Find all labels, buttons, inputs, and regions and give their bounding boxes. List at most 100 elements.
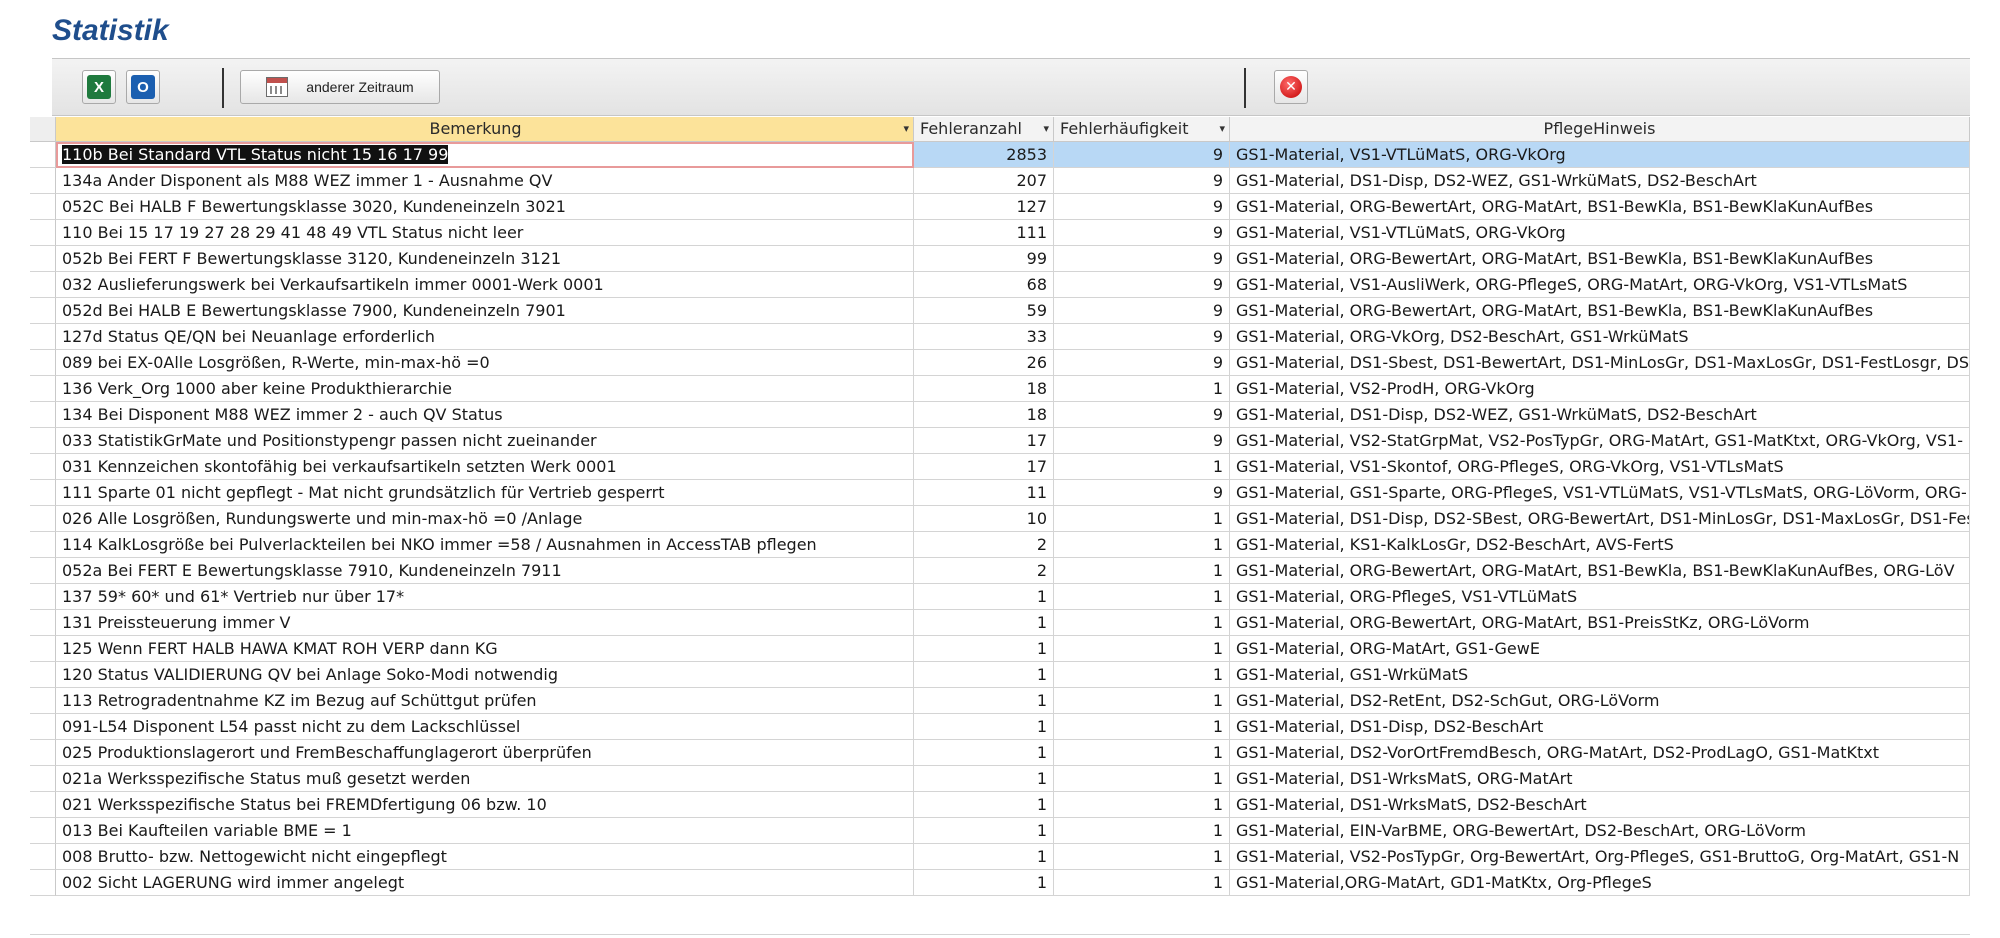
- table-row[interactable]: 110 Bei 15 17 19 27 28 29 41 48 49 VTL S…: [30, 220, 1970, 246]
- cell-fehlerhaeufigkeit[interactable]: 9: [1054, 428, 1230, 454]
- cell-fehleranzahl[interactable]: 1: [914, 584, 1054, 610]
- cell-bemerkung[interactable]: 089 bei EX-0Alle Losgrößen, R-Werte, min…: [56, 350, 914, 376]
- cell-fehleranzahl[interactable]: 2: [914, 558, 1054, 584]
- cell-fehleranzahl[interactable]: 127: [914, 194, 1054, 220]
- table-row[interactable]: 136 Verk_Org 1000 aber keine Produkthier…: [30, 376, 1970, 402]
- record-selector[interactable]: [30, 168, 56, 194]
- cell-bemerkung[interactable]: 110 Bei 15 17 19 27 28 29 41 48 49 VTL S…: [56, 220, 914, 246]
- cell-bemerkung[interactable]: 031 Kennzeichen skontofähig bei verkaufs…: [56, 454, 914, 480]
- cell-fehleranzahl[interactable]: 18: [914, 376, 1054, 402]
- record-selector[interactable]: [30, 350, 56, 376]
- record-selector[interactable]: [30, 428, 56, 454]
- cell-fehleranzahl[interactable]: 1: [914, 870, 1054, 896]
- cell-pflegehinweis[interactable]: GS1-Material, DS1-Disp, DS2-WEZ, GS1-Wrk…: [1230, 168, 1970, 194]
- cell-fehlerhaeufigkeit[interactable]: 1: [1054, 662, 1230, 688]
- table-row[interactable]: 026 Alle Losgrößen, Rundungswerte und mi…: [30, 506, 1970, 532]
- cell-pflegehinweis[interactable]: GS1-Material, VS1-Skontof, ORG-PflegeS, …: [1230, 454, 1970, 480]
- record-selector[interactable]: [30, 298, 56, 324]
- cell-fehlerhaeufigkeit[interactable]: 1: [1054, 818, 1230, 844]
- cell-fehlerhaeufigkeit[interactable]: 9: [1054, 324, 1230, 350]
- cell-bemerkung[interactable]: 025 Produktionslagerort und FremBeschaff…: [56, 740, 914, 766]
- cell-bemerkung[interactable]: 052d Bei HALB E Bewertungsklasse 7900, K…: [56, 298, 914, 324]
- close-button[interactable]: ✕: [1274, 70, 1308, 104]
- table-row[interactable]: 052a Bei FERT E Bewertungsklasse 7910, K…: [30, 558, 1970, 584]
- cell-pflegehinweis[interactable]: GS1-Material, DS2-RetEnt, DS2-SchGut, OR…: [1230, 688, 1970, 714]
- record-selector[interactable]: [30, 688, 56, 714]
- cell-fehlerhaeufigkeit[interactable]: 1: [1054, 506, 1230, 532]
- cell-fehleranzahl[interactable]: 1: [914, 610, 1054, 636]
- cell-fehlerhaeufigkeit[interactable]: 9: [1054, 168, 1230, 194]
- cell-fehleranzahl[interactable]: 1: [914, 844, 1054, 870]
- cell-bemerkung[interactable]: 125 Wenn FERT HALB HAWA KMAT ROH VERP da…: [56, 636, 914, 662]
- change-period-button[interactable]: anderer Zeitraum: [240, 70, 440, 104]
- filter-dropdown-icon[interactable]: ▾: [903, 117, 909, 141]
- cell-pflegehinweis[interactable]: GS1-Material, ORG-VkOrg, DS2-BeschArt, G…: [1230, 324, 1970, 350]
- record-selector[interactable]: [30, 194, 56, 220]
- table-row[interactable]: 134a Ander Disponent als M88 WEZ immer 1…: [30, 168, 1970, 194]
- cell-fehleranzahl[interactable]: 1: [914, 792, 1054, 818]
- cell-pflegehinweis[interactable]: GS1-Material,ORG-MatArt, GD1-MatKtx, Org…: [1230, 870, 1970, 896]
- cell-pflegehinweis[interactable]: GS1-Material, DS1-Disp, DS2-SBest, ORG-B…: [1230, 506, 1970, 532]
- cell-bemerkung[interactable]: 110b Bei Standard VTL Status nicht 15 16…: [56, 142, 914, 168]
- cell-bemerkung[interactable]: 137 59* 60* und 61* Vertrieb nur über 17…: [56, 584, 914, 610]
- cell-fehlerhaeufigkeit[interactable]: 1: [1054, 792, 1230, 818]
- cell-fehlerhaeufigkeit[interactable]: 1: [1054, 532, 1230, 558]
- record-selector[interactable]: [30, 662, 56, 688]
- cell-pflegehinweis[interactable]: GS1-Material, KS1-KalkLosGr, DS2-BeschAr…: [1230, 532, 1970, 558]
- cell-pflegehinweis[interactable]: GS1-Material, EIN-VarBME, ORG-BewertArt,…: [1230, 818, 1970, 844]
- cell-fehlerhaeufigkeit[interactable]: 1: [1054, 636, 1230, 662]
- record-selector[interactable]: [30, 402, 56, 428]
- table-row[interactable]: 120 Status VALIDIERUNG QV bei Anlage Sok…: [30, 662, 1970, 688]
- table-row[interactable]: 091-L54 Disponent L54 passt nicht zu dem…: [30, 714, 1970, 740]
- cell-fehlerhaeufigkeit[interactable]: 1: [1054, 714, 1230, 740]
- cell-bemerkung[interactable]: 052C Bei HALB F Bewertungsklasse 3020, K…: [56, 194, 914, 220]
- cell-bemerkung[interactable]: 021a Werksspezifische Status muß gesetzt…: [56, 766, 914, 792]
- cell-fehleranzahl[interactable]: 26: [914, 350, 1054, 376]
- record-selector[interactable]: [30, 636, 56, 662]
- table-row[interactable]: 008 Brutto- bzw. Nettogewicht nicht eing…: [30, 844, 1970, 870]
- cell-bemerkung[interactable]: 120 Status VALIDIERUNG QV bei Anlage Sok…: [56, 662, 914, 688]
- cell-pflegehinweis[interactable]: GS1-Material, DS1-Disp, DS2-BeschArt: [1230, 714, 1970, 740]
- table-row[interactable]: 021a Werksspezifische Status muß gesetzt…: [30, 766, 1970, 792]
- cell-fehlerhaeufigkeit[interactable]: 1: [1054, 688, 1230, 714]
- select-all-corner[interactable]: [30, 117, 56, 141]
- cell-pflegehinweis[interactable]: GS1-Material, DS1-Sbest, DS1-BewertArt, …: [1230, 350, 1970, 376]
- table-row[interactable]: 111 Sparte 01 nicht gepflegt - Mat nicht…: [30, 480, 1970, 506]
- cell-fehleranzahl[interactable]: 1: [914, 714, 1054, 740]
- record-selector[interactable]: [30, 714, 56, 740]
- record-selector[interactable]: [30, 532, 56, 558]
- cell-pflegehinweis[interactable]: GS1-Material, GS1-Sparte, ORG-PflegeS, V…: [1230, 480, 1970, 506]
- record-selector[interactable]: [30, 584, 56, 610]
- cell-fehleranzahl[interactable]: 2: [914, 532, 1054, 558]
- cell-fehlerhaeufigkeit[interactable]: 1: [1054, 870, 1230, 896]
- cell-bemerkung[interactable]: 134a Ander Disponent als M88 WEZ immer 1…: [56, 168, 914, 194]
- cell-fehlerhaeufigkeit[interactable]: 1: [1054, 584, 1230, 610]
- cell-fehleranzahl[interactable]: 1: [914, 688, 1054, 714]
- record-selector[interactable]: [30, 454, 56, 480]
- cell-pflegehinweis[interactable]: GS1-Material, GS1-WrküMatS: [1230, 662, 1970, 688]
- record-selector[interactable]: [30, 480, 56, 506]
- cell-pflegehinweis[interactable]: GS1-Material, VS2-PosTypGr, Org-BewertAr…: [1230, 844, 1970, 870]
- cell-bemerkung[interactable]: 136 Verk_Org 1000 aber keine Produkthier…: [56, 376, 914, 402]
- cell-fehlerhaeufigkeit[interactable]: 9: [1054, 246, 1230, 272]
- cell-fehleranzahl[interactable]: 11: [914, 480, 1054, 506]
- cell-fehleranzahl[interactable]: 17: [914, 428, 1054, 454]
- column-header-fehleranzahl[interactable]: Fehleranzahl ▾: [914, 117, 1054, 141]
- cell-fehleranzahl[interactable]: 1: [914, 766, 1054, 792]
- cell-pflegehinweis[interactable]: GS1-Material, DS1-WrksMatS, DS2-BeschArt: [1230, 792, 1970, 818]
- record-selector[interactable]: [30, 142, 56, 168]
- cell-pflegehinweis[interactable]: GS1-Material, DS2-VorOrtFremdBesch, ORG-…: [1230, 740, 1970, 766]
- cell-pflegehinweis[interactable]: GS1-Material, VS1-VTLüMatS, ORG-VkOrg: [1230, 220, 1970, 246]
- cell-fehlerhaeufigkeit[interactable]: 1: [1054, 376, 1230, 402]
- cell-fehlerhaeufigkeit[interactable]: 9: [1054, 298, 1230, 324]
- sort-descending-icon[interactable]: ▾: [1043, 117, 1049, 141]
- cell-fehleranzahl[interactable]: 1: [914, 662, 1054, 688]
- cell-fehleranzahl[interactable]: 2853: [914, 142, 1054, 168]
- record-selector[interactable]: [30, 766, 56, 792]
- send-outlook-button[interactable]: O: [126, 70, 160, 104]
- cell-fehlerhaeufigkeit[interactable]: 1: [1054, 610, 1230, 636]
- cell-fehleranzahl[interactable]: 207: [914, 168, 1054, 194]
- table-row[interactable]: 127d Status QE/QN bei Neuanlage erforder…: [30, 324, 1970, 350]
- table-row[interactable]: 125 Wenn FERT HALB HAWA KMAT ROH VERP da…: [30, 636, 1970, 662]
- cell-fehleranzahl[interactable]: 17: [914, 454, 1054, 480]
